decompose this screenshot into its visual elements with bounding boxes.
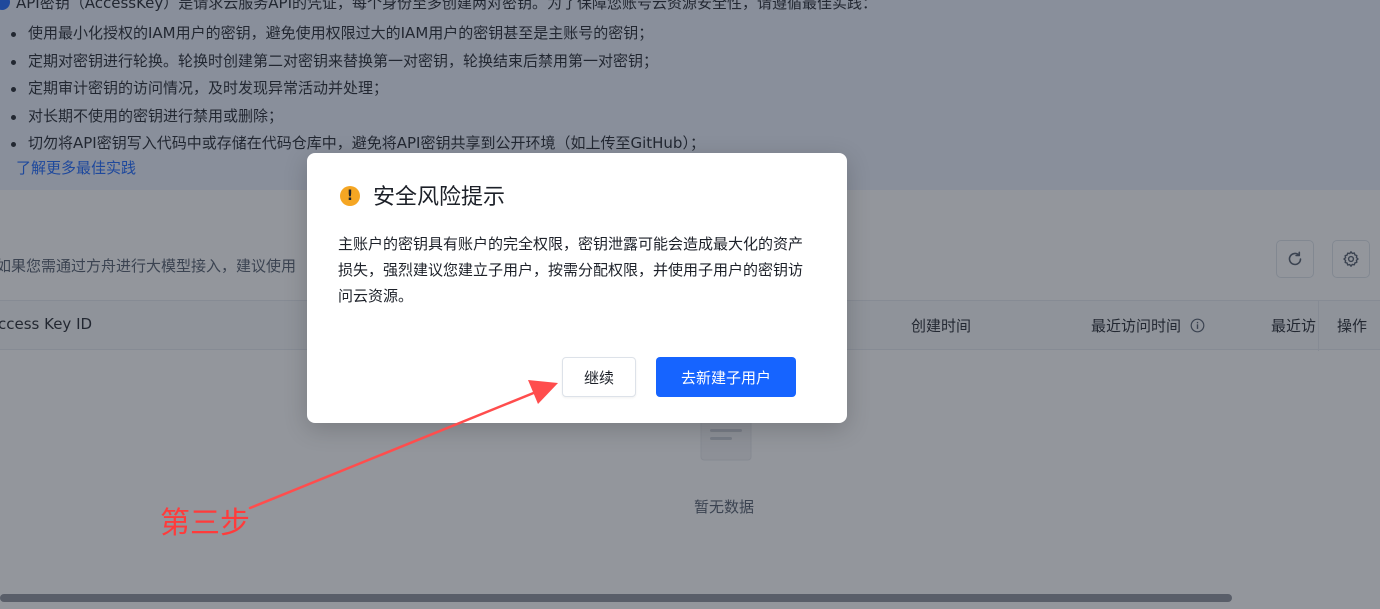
- annotation-step-label: 第三步: [160, 506, 250, 541]
- page: API密钥（AccessKey）是请求云服务API的凭证，每个身份至多创建两对密…: [0, 0, 1380, 609]
- warning-icon: !: [340, 186, 360, 206]
- create-subuser-button[interactable]: 去新建子用户: [656, 357, 796, 397]
- security-risk-dialog: ! 安全风险提示 主账户的密钥具有账户的完全权限，密钥泄露可能会造成最大化的资产…: [307, 153, 847, 423]
- dialog-title: 安全风险提示: [373, 185, 506, 210]
- dialog-body: 主账户的密钥具有账户的完全权限，密钥泄露可能会造成最大化的资产损失，强烈建议您建…: [338, 235, 804, 305]
- continue-button[interactable]: 继续: [562, 357, 636, 397]
